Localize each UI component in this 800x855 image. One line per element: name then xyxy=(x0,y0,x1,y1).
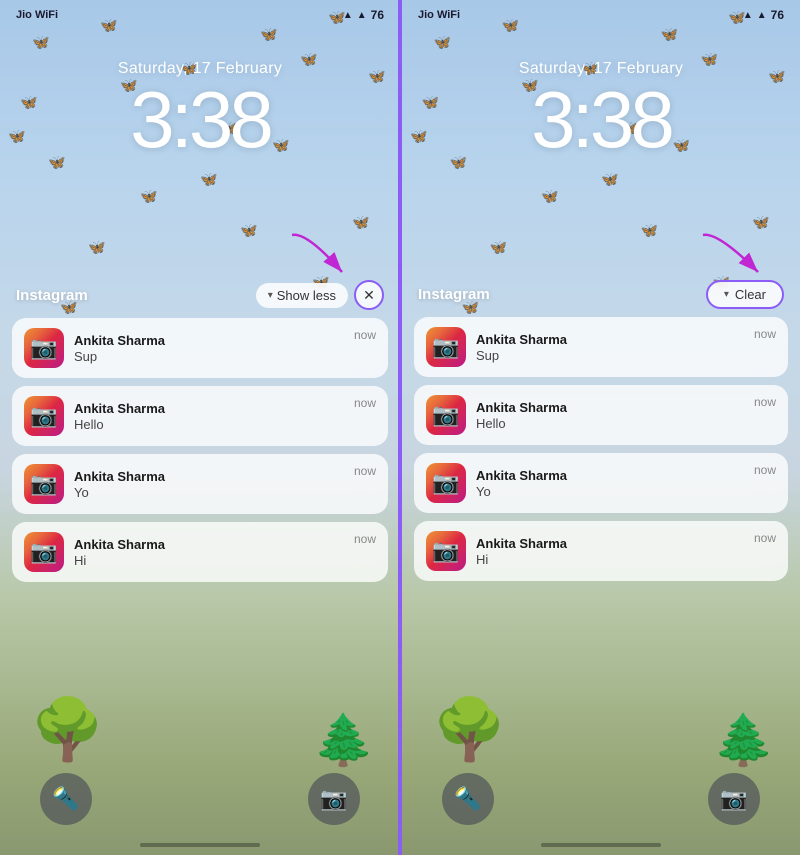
r-notif-time-4: now xyxy=(754,531,776,545)
r-notif-sender-4: Ankita Sharma xyxy=(476,536,744,551)
right-bottom-bar: 🔦 📷 xyxy=(402,773,800,825)
left-camera-button[interactable]: 📷 xyxy=(308,773,360,825)
clear-button[interactable]: ▾ Clear xyxy=(706,280,784,309)
notif-time-1: now xyxy=(354,328,376,342)
left-home-indicator xyxy=(140,843,260,847)
right-notif-card-3[interactable]: 📷 Ankita Sharma Yo now xyxy=(414,453,788,513)
show-less-button[interactable]: ▾ Show less xyxy=(256,283,348,308)
r-notif-time-3: now xyxy=(754,463,776,477)
chevron-down-icon: ▾ xyxy=(724,289,729,300)
r-notif-sender-2: Ankita Sharma xyxy=(476,400,744,415)
notif-sender-4: Ankita Sharma xyxy=(74,537,344,552)
left-time: 3:38 xyxy=(0,80,400,160)
r-notif-sender-3: Ankita Sharma xyxy=(476,468,744,483)
left-notifications-area: Instagram ▾ Show less ✕ xyxy=(12,280,388,590)
left-signal-icon: ▲ xyxy=(357,10,367,21)
left-panel-divider xyxy=(398,0,400,855)
chevron-icon: ▾ xyxy=(268,290,273,301)
right-notif-header: Instagram ▾ Clear xyxy=(414,280,788,309)
right-home-indicator xyxy=(541,843,661,847)
left-notif-card-2[interactable]: 📷 Ankita Sharma Hello now xyxy=(12,386,388,446)
left-flashlight-button[interactable]: 🔦 xyxy=(40,773,92,825)
left-wifi-icon: ▲ xyxy=(343,10,353,21)
instagram-icon-4: 📷 xyxy=(24,532,64,572)
right-carrier: Jio WiFi xyxy=(418,9,460,21)
right-phone-panel: 🦋 🦋 🦋 🦋 🦋 🦋 🦋 🦋 🦋 🦋 🦋 🦋 🦋 🦋 🦋 🦋 🦋 🦋 🦋 🦋 … xyxy=(400,0,800,855)
r-notif-sender-1: Ankita Sharma xyxy=(476,332,744,347)
r-notif-content-2: Ankita Sharma Hello xyxy=(476,400,744,431)
right-signal-icon: ▲ xyxy=(757,10,767,21)
right-time: 3:38 xyxy=(402,80,800,160)
notif-content-4: Ankita Sharma Hi xyxy=(74,537,344,568)
left-carrier: Jio WiFi xyxy=(16,9,58,21)
r-notif-content-3: Ankita Sharma Yo xyxy=(476,468,744,499)
notif-content-3: Ankita Sharma Yo xyxy=(74,469,344,500)
notif-sender-1: Ankita Sharma xyxy=(74,333,344,348)
notif-message-3: Yo xyxy=(74,485,344,500)
r-instagram-icon-4: 📷 xyxy=(426,531,466,571)
notif-content-1: Ankita Sharma Sup xyxy=(74,333,344,364)
right-notif-card-4[interactable]: 📷 Ankita Sharma Hi now xyxy=(414,521,788,581)
left-clock-area: Saturday, 17 February 3:38 xyxy=(0,60,400,160)
r-instagram-icon-2: 📷 xyxy=(426,395,466,435)
notif-message-1: Sup xyxy=(74,349,344,364)
notif-sender-2: Ankita Sharma xyxy=(74,401,344,416)
notif-time-3: now xyxy=(354,464,376,478)
instagram-icon-1: 📷 xyxy=(24,328,64,368)
notif-time-2: now xyxy=(354,396,376,410)
notif-sender-3: Ankita Sharma xyxy=(74,469,344,484)
right-app-name: Instagram xyxy=(418,286,490,303)
right-status-right: ▲ ▲ 76 xyxy=(743,8,784,22)
close-icon: ✕ xyxy=(363,287,375,304)
r-notif-message-2: Hello xyxy=(476,416,744,431)
r-notif-content-4: Ankita Sharma Hi xyxy=(476,536,744,567)
right-tree-2: 🌲 xyxy=(713,711,775,770)
right-flashlight-button[interactable]: 🔦 xyxy=(442,773,494,825)
right-notif-card-1[interactable]: 📷 Ankita Sharma Sup now xyxy=(414,317,788,377)
left-status-bar: Jio WiFi ▲ ▲ 76 xyxy=(0,8,400,22)
right-notifications-area: Instagram ▾ Clear 📷 xyxy=(414,280,788,589)
r-notif-time-1: now xyxy=(754,327,776,341)
left-battery: 76 xyxy=(371,8,384,22)
left-notif-header: Instagram ▾ Show less ✕ xyxy=(12,280,388,310)
right-notif-card-2[interactable]: 📷 Ankita Sharma Hello now xyxy=(414,385,788,445)
right-battery: 76 xyxy=(771,8,784,22)
right-clock-area: Saturday, 17 February 3:38 xyxy=(402,60,800,160)
left-bottom-bar: 🔦 📷 xyxy=(0,773,400,825)
right-status-bar: Jio WiFi ▲ ▲ 76 xyxy=(402,8,800,22)
right-notif-actions: ▾ Clear xyxy=(706,280,784,309)
right-camera-button[interactable]: 📷 xyxy=(708,773,760,825)
left-notif-card-3[interactable]: 📷 Ankita Sharma Yo now xyxy=(12,454,388,514)
left-app-name: Instagram xyxy=(16,287,88,304)
r-notif-time-2: now xyxy=(754,395,776,409)
instagram-icon-2: 📷 xyxy=(24,396,64,436)
right-tree-1: 🌳 xyxy=(432,694,507,765)
left-notif-card-4[interactable]: 📷 Ankita Sharma Hi now xyxy=(12,522,388,582)
left-notif-actions: ▾ Show less ✕ xyxy=(256,280,384,310)
notif-message-2: Hello xyxy=(74,417,344,432)
notif-message-4: Hi xyxy=(74,553,344,568)
close-button[interactable]: ✕ xyxy=(354,280,384,310)
left-tree-2: 🌲 xyxy=(313,711,375,770)
r-instagram-icon-3: 📷 xyxy=(426,463,466,503)
notif-content-2: Ankita Sharma Hello xyxy=(74,401,344,432)
instagram-icon-3: 📷 xyxy=(24,464,64,504)
r-notif-message-1: Sup xyxy=(476,348,744,363)
left-status-right: ▲ ▲ 76 xyxy=(343,8,384,22)
left-phone-panel: 🦋 🦋 🦋 🦋 🦋 🦋 🦋 🦋 🦋 🦋 🦋 🦋 🦋 🦋 🦋 🦋 🦋 🦋 🦋 🦋 … xyxy=(0,0,400,855)
r-notif-message-3: Yo xyxy=(476,484,744,499)
r-instagram-icon-1: 📷 xyxy=(426,327,466,367)
left-notif-card-1[interactable]: 📷 Ankita Sharma Sup now xyxy=(12,318,388,378)
notif-time-4: now xyxy=(354,532,376,546)
clear-label: Clear xyxy=(735,287,766,302)
r-notif-message-4: Hi xyxy=(476,552,744,567)
show-less-label: Show less xyxy=(277,288,336,303)
r-notif-content-1: Ankita Sharma Sup xyxy=(476,332,744,363)
left-tree-1: 🌳 xyxy=(30,694,105,765)
right-wifi-icon: ▲ xyxy=(743,10,753,21)
